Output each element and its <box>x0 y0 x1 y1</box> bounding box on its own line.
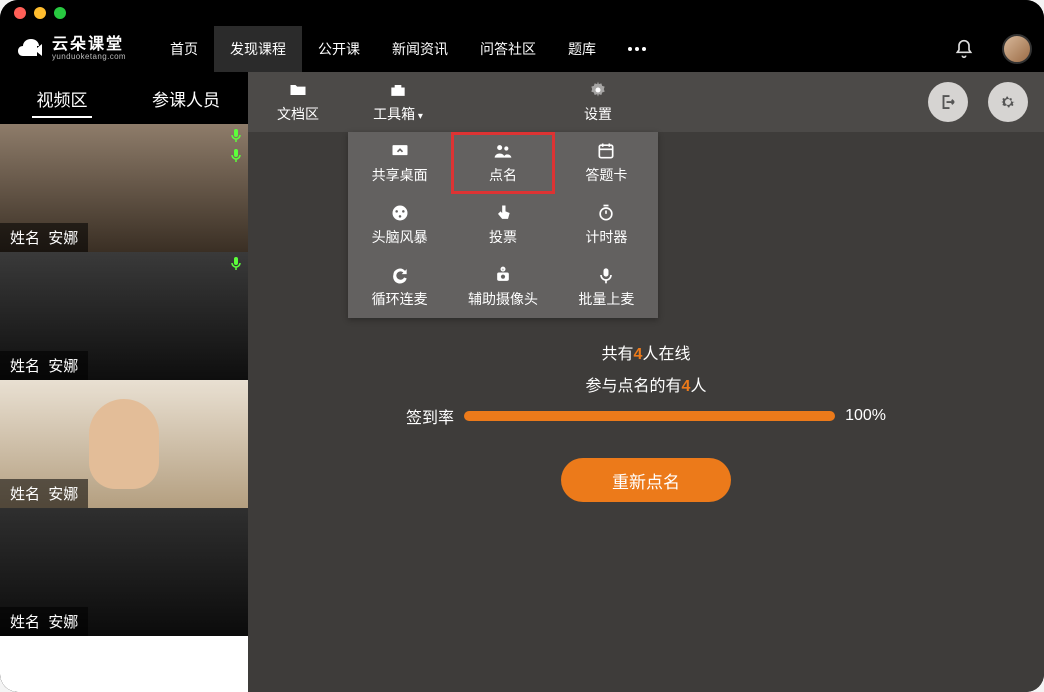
people-icon <box>493 141 513 161</box>
close-icon[interactable] <box>14 7 26 19</box>
rollcall-panel: 共有4人在线 参与点名的有4人 签到率 100% 重新点名 <box>248 340 1044 502</box>
touch-icon <box>493 203 513 223</box>
toolbox-icon <box>388 80 408 100</box>
gear-icon <box>588 80 608 100</box>
main-toolbar: 文档区 工具箱 设置 <box>248 72 1044 132</box>
tool-doc-area[interactable]: 文档区 <box>248 72 348 132</box>
nav-news[interactable]: 新闻资讯 <box>376 26 464 72</box>
logout-icon <box>939 93 957 111</box>
sidebar-tabs: 视频区 参课人员 <box>0 72 248 124</box>
mic-icon[interactable] <box>228 256 244 272</box>
mic-icon[interactable] <box>228 128 244 144</box>
online-count-line: 共有4人在线 <box>602 340 691 364</box>
nav-home[interactable]: 首页 <box>154 26 214 72</box>
calendar-icon <box>596 141 616 161</box>
camera-plus-icon: + <box>493 265 513 285</box>
notification-icon[interactable] <box>954 39 974 59</box>
mic-up-icon <box>596 265 616 285</box>
name-overlay: 姓名 安娜 <box>0 607 88 636</box>
logo-text: 云朵课堂 <box>52 37 126 53</box>
name-overlay: 姓名 安娜 <box>0 351 88 380</box>
minimize-icon[interactable] <box>34 7 46 19</box>
toolbox-bulk-mic[interactable]: 批量上麦 <box>555 256 658 318</box>
app-window: 云朵课堂 yunduoketang.com 首页 发现课程 公开课 新闻资讯 问… <box>0 0 1044 692</box>
toolbox-share-screen[interactable]: 共享桌面 <box>348 132 451 194</box>
nav-qa[interactable]: 问答社区 <box>464 26 552 72</box>
mic-icon[interactable] <box>228 148 244 164</box>
toolbox-answer-card[interactable]: 答题卡 <box>555 132 658 194</box>
nav-bank[interactable]: 题库 <box>552 26 612 72</box>
refresh-icon <box>390 265 410 285</box>
tool-toolbox[interactable]: 工具箱 <box>348 72 448 132</box>
maximize-icon[interactable] <box>54 7 66 19</box>
toolbox-dropdown: 共享桌面 点名 答题卡 头脑风暴 投票 计时器 循环连麦 + 辅助摄像头 <box>348 132 658 318</box>
nav-items: 首页 发现课程 公开课 新闻资讯 问答社区 题库 <box>154 26 662 72</box>
progress-bar <box>464 411 835 421</box>
film-icon <box>390 203 410 223</box>
share-screen-icon <box>390 141 410 161</box>
clock-icon <box>596 203 616 223</box>
toolbox-cycle-mic[interactable]: 循环连麦 <box>348 256 451 318</box>
nav-discover[interactable]: 发现课程 <box>214 26 302 72</box>
sidebar: 视频区 参课人员 姓名 安娜 <box>0 72 248 692</box>
exit-button[interactable] <box>928 82 968 122</box>
video-thumbnail <box>0 636 248 692</box>
video-tile[interactable]: 姓名 安娜 <box>0 252 248 380</box>
video-tile[interactable]: 姓名 安娜 <box>0 508 248 636</box>
logo[interactable]: 云朵课堂 yunduoketang.com <box>18 37 126 61</box>
toolbox-aux-camera[interactable]: + 辅助摄像头 <box>451 256 554 318</box>
top-nav: 云朵课堂 yunduoketang.com 首页 发现课程 公开课 新闻资讯 问… <box>0 26 1044 72</box>
folder-icon <box>288 80 308 100</box>
video-tile[interactable] <box>0 636 248 692</box>
toolbox-timer[interactable]: 计时器 <box>555 194 658 256</box>
video-tile[interactable]: 姓名 安娜 <box>0 380 248 508</box>
tab-video[interactable]: 视频区 <box>0 72 124 124</box>
avatar[interactable] <box>1002 34 1032 64</box>
signin-progress: 签到率 100% <box>406 404 886 428</box>
nav-more-icon[interactable] <box>612 26 662 72</box>
toolbox-brainstorm[interactable]: 头脑风暴 <box>348 194 451 256</box>
tool-settings[interactable]: 设置 <box>548 72 648 132</box>
name-overlay: 姓名 安娜 <box>0 479 88 508</box>
window-titlebar <box>0 0 1044 26</box>
restart-rollcall-button[interactable]: 重新点名 <box>561 458 731 502</box>
gear-icon <box>999 93 1017 111</box>
rollcall-count-line: 参与点名的有4人 <box>586 372 707 396</box>
nav-public[interactable]: 公开课 <box>302 26 376 72</box>
logo-subtext: yunduoketang.com <box>52 53 126 61</box>
tab-participants[interactable]: 参课人员 <box>124 72 248 124</box>
video-feed: 姓名 安娜 姓名 安娜 <box>0 124 248 692</box>
logo-icon <box>18 38 46 60</box>
video-tile[interactable]: 姓名 安娜 <box>0 124 248 252</box>
toolbox-vote[interactable]: 投票 <box>451 194 554 256</box>
name-overlay: 姓名 安娜 <box>0 223 88 252</box>
settings-button[interactable] <box>988 82 1028 122</box>
toolbox-roll-call[interactable]: 点名 <box>451 132 554 194</box>
